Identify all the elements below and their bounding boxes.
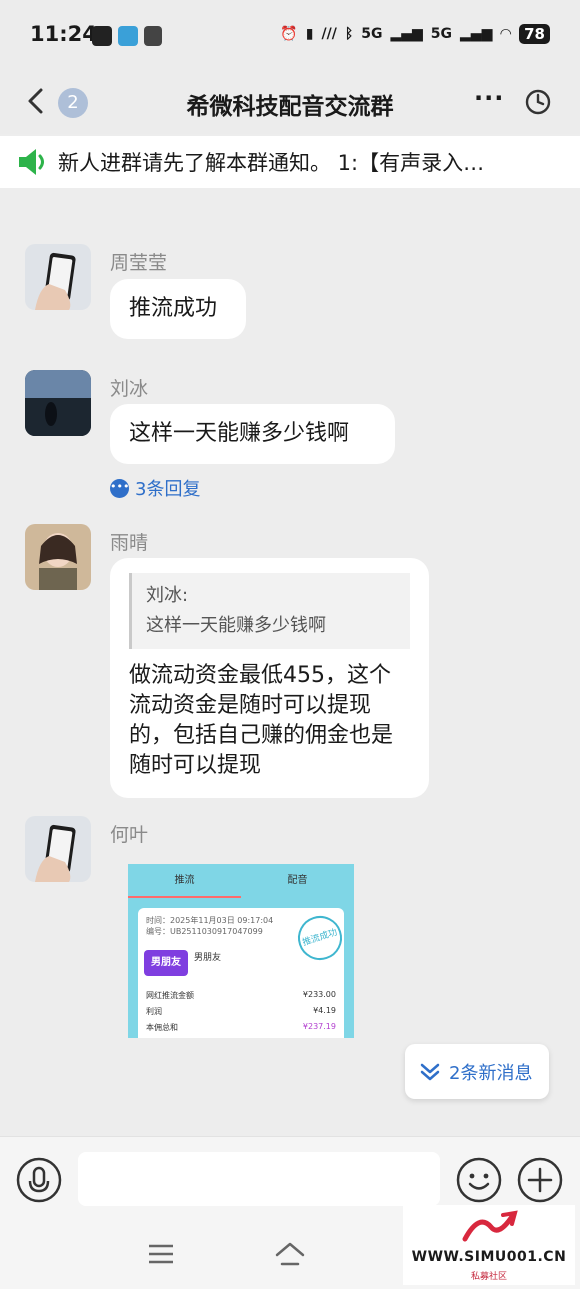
message-bubble[interactable]: 刘冰: 这样一天能赚多少钱啊 做流动资金最低455，这个流动资金是随时可以提现的… [110, 558, 429, 798]
message-input[interactable] [78, 1152, 440, 1206]
k-app-icon [92, 26, 112, 46]
avatar[interactable] [25, 370, 91, 436]
more-options-icon[interactable]: ··· [474, 84, 504, 112]
quoted-message[interactable]: 刘冰: 这样一天能赚多少钱啊 [129, 573, 410, 649]
signal-2: 5G [430, 26, 453, 42]
chat-header: 2 希微科技配音交流群 ··· [0, 72, 580, 134]
home-icon[interactable] [274, 1240, 306, 1268]
status-icons: ⏰ ▮ /// ᛒ 5G ▂▄▆ 5G ▂▄▆ ◠ 78 [280, 24, 550, 44]
sender-name: 刘冰 [110, 378, 149, 400]
screenshot-tab-active: 推流 [128, 864, 241, 898]
image-message[interactable]: 推流 配音 时间：2025年11月03日 09:17:04 编号：UB25110… [128, 864, 354, 1038]
quote-sender: 刘冰: [146, 585, 189, 606]
screenshot-tab-other: 配音 [287, 875, 308, 886]
avatar[interactable] [25, 524, 91, 590]
quote-text: 这样一天能赚多少钱啊 [146, 615, 326, 636]
new-messages-button[interactable]: 2条新消息 [405, 1044, 549, 1099]
app-icon-2 [144, 26, 162, 46]
alarm-icon: ⏰ [280, 26, 298, 42]
total-row: 本佣总和 ¥237.19 [146, 1022, 336, 1032]
message-text: 做流动资金最低455，这个流动资金是随时可以提现的，包括自己赚的佣金也是随时可以… [129, 663, 394, 778]
nfc-icon: /// [321, 26, 337, 42]
signal-bars-icon: ▂▄▆ [390, 26, 423, 42]
menu-icon[interactable] [148, 1244, 174, 1264]
history-clock-icon[interactable] [524, 88, 552, 116]
voice-input-icon[interactable] [16, 1157, 62, 1203]
profit-row: 利润 ¥4.19 [146, 1006, 336, 1016]
product-badge: 男朋友 [144, 950, 188, 976]
battery-icon: 78 [519, 24, 550, 44]
avatar[interactable] [25, 816, 91, 882]
product-name: 男朋友 [194, 953, 222, 963]
sender-name: 周莹莹 [110, 252, 168, 274]
bluetooth-icon: ᛒ [344, 26, 354, 42]
notice-text: 新人进群请先了解本群通知。 1:【有声录入… [58, 151, 485, 175]
emoji-icon[interactable] [456, 1157, 502, 1203]
group-notice[interactable]: 新人进群请先了解本群通知。 1:【有声录入… [0, 136, 580, 188]
watermark-subtitle: 私募社区 [470, 1272, 507, 1282]
message-bubble[interactable]: 推流成功 [110, 279, 246, 339]
reply-icon: ••• [110, 478, 129, 498]
reply-count: 3条回复 [135, 479, 201, 500]
signal-1: 5G [361, 26, 383, 42]
new-messages-label: 2条新消息 [449, 1062, 533, 1084]
speaker-icon [19, 149, 44, 175]
watermark-logo [462, 1210, 518, 1242]
screenshot-tabs: 推流 配音 [128, 864, 354, 898]
app-icon [118, 26, 138, 46]
sender-name: 何叶 [110, 824, 149, 846]
add-plus-icon[interactable] [517, 1157, 563, 1203]
order-card: 时间：2025年11月03日 09:17:04 编号：UB25110309170… [138, 908, 348, 1038]
status-bar: 11:24 ⏰ ▮ /// ᛒ 5G ▂▄▆ 5G ▂▄▆ ◠ 78 [0, 0, 580, 72]
status-time: 11:24 [30, 22, 97, 46]
watermark: WWW.SIMU001.CN 私募社区 [403, 1205, 575, 1285]
double-chevron-down-icon [420, 1063, 440, 1080]
amount-row: 网红推流金额 ¥233.00 [146, 990, 336, 1000]
vibrate-icon: ▮ [305, 26, 314, 42]
watermark-site: WWW.SIMU001.CN [411, 1249, 567, 1265]
wifi-icon: ◠ [500, 26, 512, 42]
avatar[interactable] [25, 244, 91, 310]
signal-bars-icon-2: ▂▄▆ [460, 26, 493, 42]
reply-thread-link[interactable]: ••• 3条回复 [110, 475, 200, 501]
sender-name: 雨晴 [110, 532, 149, 554]
message-bubble[interactable]: 这样一天能赚多少钱啊 [110, 404, 395, 464]
